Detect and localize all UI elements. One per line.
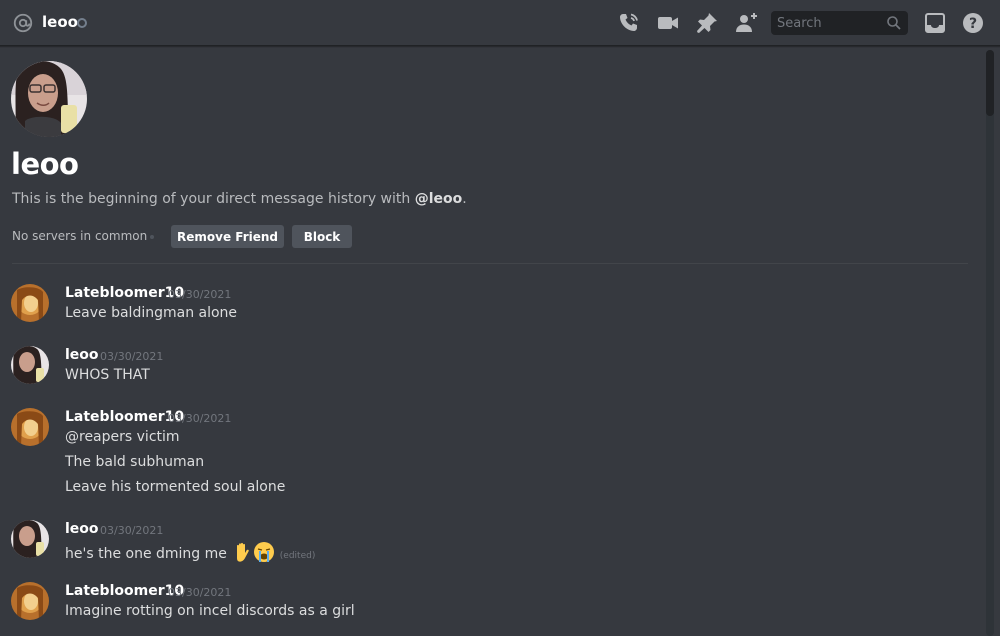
message-author[interactable]: Latebloomer10: [65, 285, 184, 301]
header-username: leoo: [42, 13, 78, 31]
search-icon: [887, 16, 901, 30]
intro-description-end: .: [462, 191, 467, 207]
intro-description: This is the beginning of your direct mes…: [12, 191, 467, 207]
edited-label: (edited): [279, 551, 316, 561]
intro-title: leoo: [11, 147, 79, 181]
channel-header: leoo Search ?: [0, 0, 1000, 46]
scrollbar-track[interactable]: [986, 50, 994, 636]
message-timestamp: 03/30/2021: [100, 350, 164, 363]
author-avatar[interactable]: [11, 346, 49, 384]
svg-text:?: ?: [969, 16, 977, 32]
message-text: he's the one dming me: [65, 546, 227, 562]
separator-dot: [150, 235, 154, 239]
author-avatar[interactable]: [11, 408, 49, 446]
mutual-servers-text: No servers in common: [12, 229, 148, 243]
message-content: Leave baldingman alone: [65, 305, 238, 321]
message-content: Leave his tormented soul alone: [65, 479, 286, 495]
author-avatar[interactable]: [11, 520, 49, 558]
recipient-avatar[interactable]: [11, 61, 87, 137]
message-timestamp: 03/30/2021: [100, 524, 164, 537]
message-content: The bald subhuman: [65, 454, 205, 470]
scrollbar-thumb[interactable]: [986, 50, 994, 116]
message-timestamp: 03/30/2021: [168, 288, 232, 301]
offline-status-icon: [77, 18, 87, 28]
message-timestamp: 03/30/2021: [168, 412, 232, 425]
divider: [12, 263, 968, 264]
video-icon[interactable]: [656, 11, 680, 35]
at-icon: [13, 13, 33, 33]
help-icon[interactable]: ?: [961, 11, 985, 35]
block-button[interactable]: Block: [292, 225, 352, 248]
author-avatar[interactable]: [11, 284, 49, 322]
intro-description-text: This is the beginning of your direct mes…: [12, 191, 415, 207]
message-timestamp: 03/30/2021: [168, 586, 232, 599]
message-content: he's the one dming me (edited): [65, 541, 315, 563]
message-content: WHOS THAT: [65, 367, 150, 383]
raised-hand-icon: [237, 542, 250, 562]
message-content: @reapers victim: [65, 429, 180, 445]
author-avatar[interactable]: [11, 582, 49, 620]
intro-mention: @leoo: [414, 191, 463, 207]
add-friend-icon[interactable]: [734, 11, 758, 35]
search-input[interactable]: Search: [771, 11, 908, 35]
pin-icon[interactable]: [695, 11, 719, 35]
search-placeholder: Search: [777, 15, 822, 31]
message-author[interactable]: leoo: [65, 347, 99, 363]
dm-window: leoo Search ? leoo This is the beginning…: [0, 0, 1000, 636]
call-icon[interactable]: [617, 11, 641, 35]
loudly-crying-face-icon: [254, 542, 275, 562]
message-content: Imagine rotting on incel discords as a g…: [65, 603, 355, 619]
remove-friend-button[interactable]: Remove Friend: [171, 225, 284, 248]
message-author[interactable]: Latebloomer10: [65, 409, 184, 425]
inbox-icon[interactable]: [923, 11, 947, 35]
message-author[interactable]: Latebloomer10: [65, 583, 184, 599]
message-author[interactable]: leoo: [65, 521, 99, 537]
